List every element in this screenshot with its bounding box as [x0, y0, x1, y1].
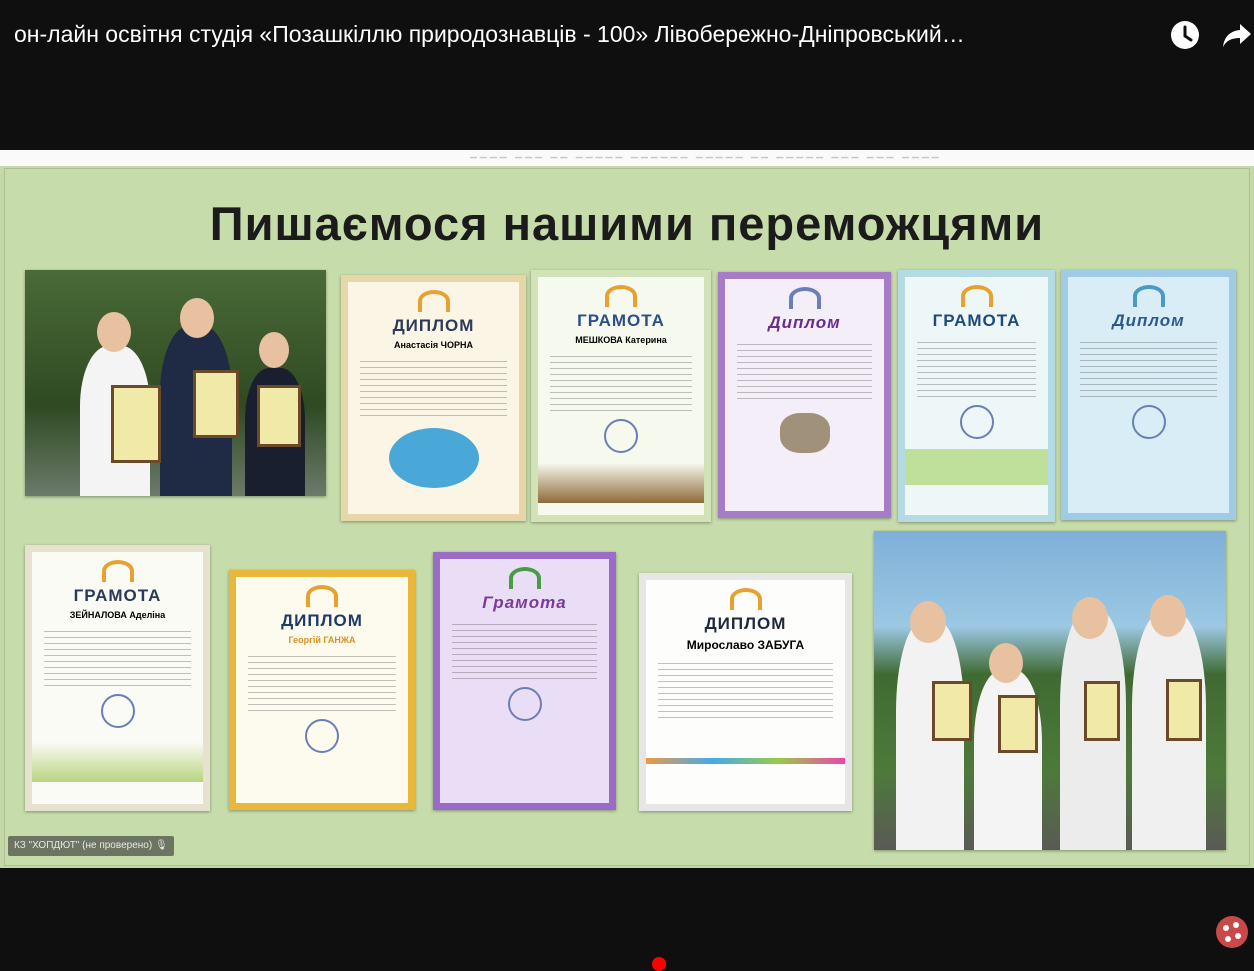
certificate-2: ГРАМОТА МЕШКОВА Катерина	[531, 270, 711, 522]
share-arrow-icon[interactable]	[1220, 18, 1254, 52]
certificate-8: Грамота	[433, 552, 616, 810]
player-footer	[0, 868, 1254, 961]
rainbow-logo-icon	[729, 588, 762, 610]
microphone-icon: 🎙	[154, 840, 168, 851]
video-player[interactable]: ▁▁▁▁ ▁▁▁ ▁▁ ▁▁▁▁▁ ▁▁▁▁▁▁ ▁▁▁▁▁ ▁▁ ▁▁▁▁▁ …	[0, 150, 1254, 868]
stamp-icon	[959, 405, 994, 439]
stamp-icon	[305, 719, 339, 753]
certificate-3: Диплом	[718, 272, 891, 518]
certificate-7: ДИПЛОМ Георгій ГАНЖА	[229, 570, 415, 810]
stamp-icon	[100, 694, 135, 728]
stamp-icon	[604, 419, 638, 453]
slide-title: Пишаємося нашими переможцями	[209, 197, 1045, 250]
certificate-9: ДИПЛОМ Мирославо ЗАБУГА	[639, 573, 852, 811]
rainbow-logo-icon	[101, 560, 134, 582]
certificate-4: ГРАМОТА	[898, 270, 1055, 522]
shared-screen-strip: ▁▁▁▁ ▁▁▁ ▁▁ ▁▁▁▁▁ ▁▁▁▁▁▁ ▁▁▁▁▁ ▁▁ ▁▁▁▁▁ …	[0, 150, 1254, 166]
rainbow-logo-icon	[508, 567, 541, 589]
rainbow-logo-icon	[960, 285, 993, 307]
stamp-icon	[507, 687, 542, 721]
winners-photo-1	[25, 270, 326, 496]
channel-watermark-icon[interactable]	[1212, 912, 1252, 952]
rainbow-logo-icon	[306, 585, 338, 607]
stamp-icon	[1131, 405, 1166, 439]
progress-scrubber[interactable]	[652, 957, 666, 971]
certificate-5: Диплом	[1061, 270, 1236, 520]
rainbow-logo-icon	[605, 285, 637, 307]
winners-photo-2	[874, 531, 1226, 850]
certificate-6: ГРАМОТА ЗЕЙНАЛОВА Аделіна	[25, 545, 210, 811]
certificate-1: ДИПЛОМ Анастасія ЧОРНА	[341, 275, 526, 521]
rainbow-logo-icon	[788, 287, 821, 309]
clock-icon[interactable]	[1168, 18, 1202, 52]
video-header: он-лайн освітня студія «Позашкіллю приро…	[0, 0, 1254, 150]
video-title[interactable]: он-лайн освітня студія «Позашкіллю приро…	[14, 18, 1162, 50]
rainbow-logo-icon	[417, 290, 450, 312]
participant-name-tag: КЗ "ХОПДЮТ" (не проверено) 🎙	[8, 836, 174, 856]
rainbow-logo-icon	[1132, 285, 1165, 307]
